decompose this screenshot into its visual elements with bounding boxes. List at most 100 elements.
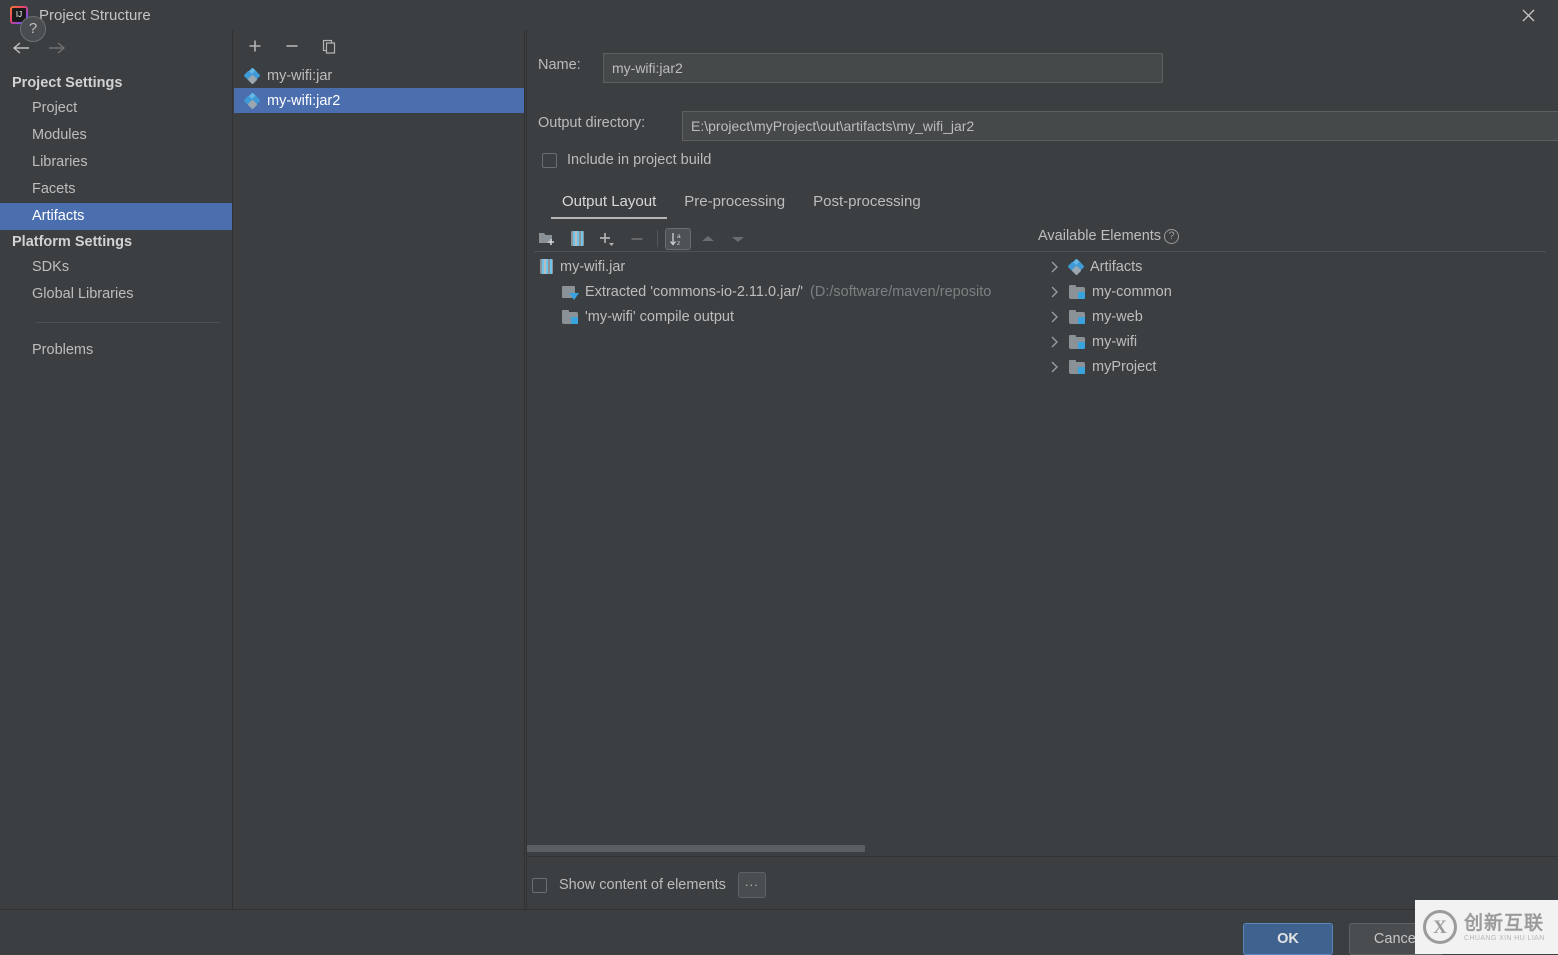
panel-divider (526, 30, 527, 909)
available-elements-header: Available Elements ? (1038, 228, 1180, 244)
project-structure-dialog: Project Structure Project Settings Proje… (0, 0, 1558, 955)
tab-output-layout[interactable]: Output Layout (548, 190, 670, 219)
watermark-overlay: X 创新互联 CHUANG XIN HU LIAN (1415, 900, 1558, 954)
artifact-name: my-wifi:jar (267, 67, 333, 84)
chevron-right-icon[interactable] (1046, 284, 1062, 300)
artifact-icon (1067, 258, 1085, 275)
name-label: Name: (538, 57, 581, 73)
title-bar: Project Structure (0, 0, 1558, 30)
tree-row[interactable]: myProject (1046, 354, 1546, 379)
arrow-right-icon[interactable] (46, 37, 68, 59)
tree-item-label: my-web (1092, 308, 1143, 325)
name-input[interactable] (603, 53, 1163, 83)
sidebar-item-project[interactable]: Project (0, 95, 232, 122)
tree-row[interactable]: my-web (1046, 304, 1546, 329)
horizontal-scrollbar-thumb[interactable] (527, 845, 865, 852)
arrow-up-icon (695, 228, 721, 250)
ok-button[interactable]: OK (1243, 923, 1333, 955)
toolbar-separator (657, 230, 658, 247)
tree-row[interactable]: my-wifi (1046, 329, 1546, 354)
sidebar-item-libraries[interactable]: Libraries (0, 149, 232, 176)
jar-add-icon[interactable] (564, 228, 590, 250)
tree-item-label: Extracted 'commons-io-2.11.0.jar/' (585, 283, 804, 300)
tree-row[interactable]: 'my-wifi' compile output (534, 304, 1046, 329)
artifacts-list-panel: my-wifi:jar my-wifi:jar2 (234, 30, 525, 909)
close-icon[interactable] (1506, 3, 1550, 27)
arrow-down-icon (725, 228, 751, 250)
artifacts-toolbar (234, 30, 524, 62)
tree-row[interactable]: Extracted 'commons-io-2.11.0.jar/' (D:/s… (534, 279, 1046, 304)
tab-pre-processing[interactable]: Pre-processing (670, 190, 799, 219)
folder-add-icon[interactable] (534, 228, 560, 250)
list-item[interactable]: my-wifi:jar2 (234, 88, 524, 113)
module-icon (1069, 309, 1085, 324)
svg-text:z: z (677, 240, 680, 247)
tree-row[interactable]: my-common (1046, 279, 1546, 304)
sidebar-item-sdks[interactable]: SDKs (0, 254, 232, 281)
module-icon (1069, 284, 1085, 299)
extracted-icon (562, 285, 579, 300)
plus-icon[interactable] (244, 35, 266, 57)
show-content-of-elements-row: Show content of elements ... (532, 872, 766, 898)
chevron-right-icon[interactable] (1046, 309, 1062, 325)
available-elements-label: Available Elements (1038, 228, 1162, 244)
help-icon[interactable]: ? (1164, 228, 1180, 244)
watermark-chinese: 创新互联 (1464, 911, 1545, 934)
tree-item-label: Artifacts (1090, 258, 1143, 275)
sidebar-item-artifacts[interactable]: Artifacts (0, 203, 232, 230)
sidebar-item-facets[interactable]: Facets (0, 176, 232, 203)
detail-tabs: Output Layout Pre-processing Post-proces… (548, 190, 935, 219)
tab-post-processing[interactable]: Post-processing (799, 190, 935, 219)
output-directory-label: Output directory: (538, 115, 646, 131)
artifact-icon (243, 92, 261, 109)
watermark-text: 创新互联 CHUANG XIN HU LIAN (1464, 911, 1545, 942)
toolbar-underline (534, 251, 1546, 252)
sidebar-item-modules[interactable]: Modules (0, 122, 232, 149)
artifact-icon (243, 67, 261, 84)
tree-row[interactable]: Artifacts (1046, 254, 1546, 279)
minus-icon[interactable] (281, 35, 303, 57)
include-in-project-build-row[interactable]: Include in project build (542, 152, 711, 168)
tree-item-label: 'my-wifi' compile output (585, 308, 734, 325)
chevron-right-icon[interactable] (1046, 334, 1062, 350)
minus-icon (624, 228, 650, 250)
watermark-logo-icon: X (1423, 910, 1457, 944)
plus-dropdown-icon[interactable] (594, 228, 620, 250)
list-item[interactable]: my-wifi:jar (234, 63, 524, 88)
output-layout-tree: my-wifi.jar Extracted 'commons-io-2.11.0… (534, 254, 1046, 329)
tree-item-label: my-wifi.jar (560, 258, 626, 275)
artifacts-list: my-wifi:jar my-wifi:jar2 (234, 63, 524, 113)
sidebar-item-global-libraries[interactable]: Global Libraries (0, 281, 232, 308)
copy-icon[interactable] (318, 35, 340, 57)
tree-row[interactable]: my-wifi.jar (534, 254, 1046, 279)
svg-text:a: a (677, 233, 681, 240)
module-icon (1069, 359, 1085, 374)
more-options-button[interactable]: ... (737, 872, 766, 898)
chevron-right-icon[interactable] (1046, 259, 1062, 275)
show-content-of-elements-label: Show content of elements (559, 877, 726, 893)
include-in-project-build-label: Include in project build (567, 152, 712, 168)
sidebar-item-problems[interactable]: Problems (0, 337, 232, 364)
detail-bottom-divider (526, 856, 1558, 857)
sidebar-divider (36, 322, 220, 323)
tree-item-label: my-wifi (1092, 333, 1138, 350)
module-icon (1069, 334, 1085, 349)
chevron-right-icon[interactable] (1046, 359, 1062, 375)
tree-item-sublabel: (D:/software/maven/reposito (810, 283, 992, 300)
sort-az-icon[interactable]: a z (665, 227, 691, 250)
settings-sidebar: Project Settings Project Modules Librari… (0, 30, 233, 909)
window-title: Project Structure (39, 6, 151, 24)
jar-icon (540, 259, 553, 274)
help-icon[interactable]: ? (20, 16, 46, 42)
output-directory-input[interactable] (682, 111, 1558, 141)
show-content-of-elements-checkbox[interactable] (532, 877, 547, 893)
tree-item-label: myProject (1092, 358, 1157, 375)
tree-item-label: my-common (1092, 283, 1172, 300)
module-output-icon (562, 309, 578, 324)
sidebar-group-header-project-settings: Project Settings (12, 75, 123, 91)
watermark-pinyin: CHUANG XIN HU LIAN (1464, 934, 1545, 942)
include-in-project-build-checkbox[interactable] (542, 152, 557, 168)
available-elements-tree: Artifacts my-common my-web my-wifi myPro… (1046, 254, 1546, 379)
artifact-detail-panel: Name: Type: JAR Output directory: Includ… (526, 30, 1558, 909)
sidebar-group-header-platform-settings: Platform Settings (12, 234, 133, 250)
